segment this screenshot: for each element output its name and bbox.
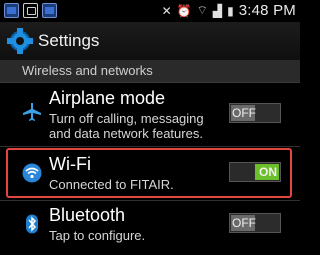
toggle-label: OFF (232, 216, 256, 230)
bluetooth-subtitle: Tap to configure. (49, 228, 146, 243)
image-icon (4, 3, 19, 18)
section-label: Wireless and networks (22, 63, 153, 78)
airplane-icon (22, 102, 42, 122)
wifi-highlight-frame (6, 148, 292, 198)
action-bar: Settings (0, 22, 300, 60)
bluetooth-toggle[interactable]: OFF (229, 213, 281, 233)
notification-icon (23, 3, 38, 18)
toggle-label: OFF (232, 106, 256, 120)
settings-gear-icon[interactable] (7, 28, 33, 54)
airplane-mode-subtitle-line2: and data network features. (49, 126, 203, 141)
section-header: Wireless and networks (0, 60, 300, 83)
airplane-mode-toggle[interactable]: OFF (229, 103, 281, 123)
cell-signal-icon: ▟ (212, 3, 223, 18)
page-title: Settings (38, 31, 100, 50)
status-bar-left-icons (4, 3, 57, 18)
battery-icon: ▮ (227, 3, 234, 18)
alarm-icon: ⏰ (176, 3, 192, 18)
airplane-mode-subtitle-line1: Turn off calling, messaging (49, 111, 204, 126)
bluetooth-title: Bluetooth (49, 205, 126, 225)
divider (0, 146, 300, 147)
status-bar-right-icons: ✕ ⏰ ⌔ ▟ ▮ 3:48 PM (162, 2, 296, 19)
bluetooth-icon (22, 214, 42, 234)
status-bar: ✕ ⏰ ⌔ ▟ ▮ 3:48 PM (0, 0, 300, 22)
divider (0, 200, 300, 201)
status-time: 3:48 PM (238, 2, 296, 19)
mute-icon: ✕ (161, 3, 172, 18)
airplane-mode-title: Airplane mode (49, 88, 166, 108)
image-icon (42, 3, 57, 18)
wifi-signal-icon: ⌔ (196, 3, 208, 17)
bluetooth-row[interactable]: Bluetooth Tap to configure. OFF (0, 202, 300, 255)
airplane-mode-row[interactable]: Airplane mode Turn off calling, messagin… (0, 83, 300, 145)
